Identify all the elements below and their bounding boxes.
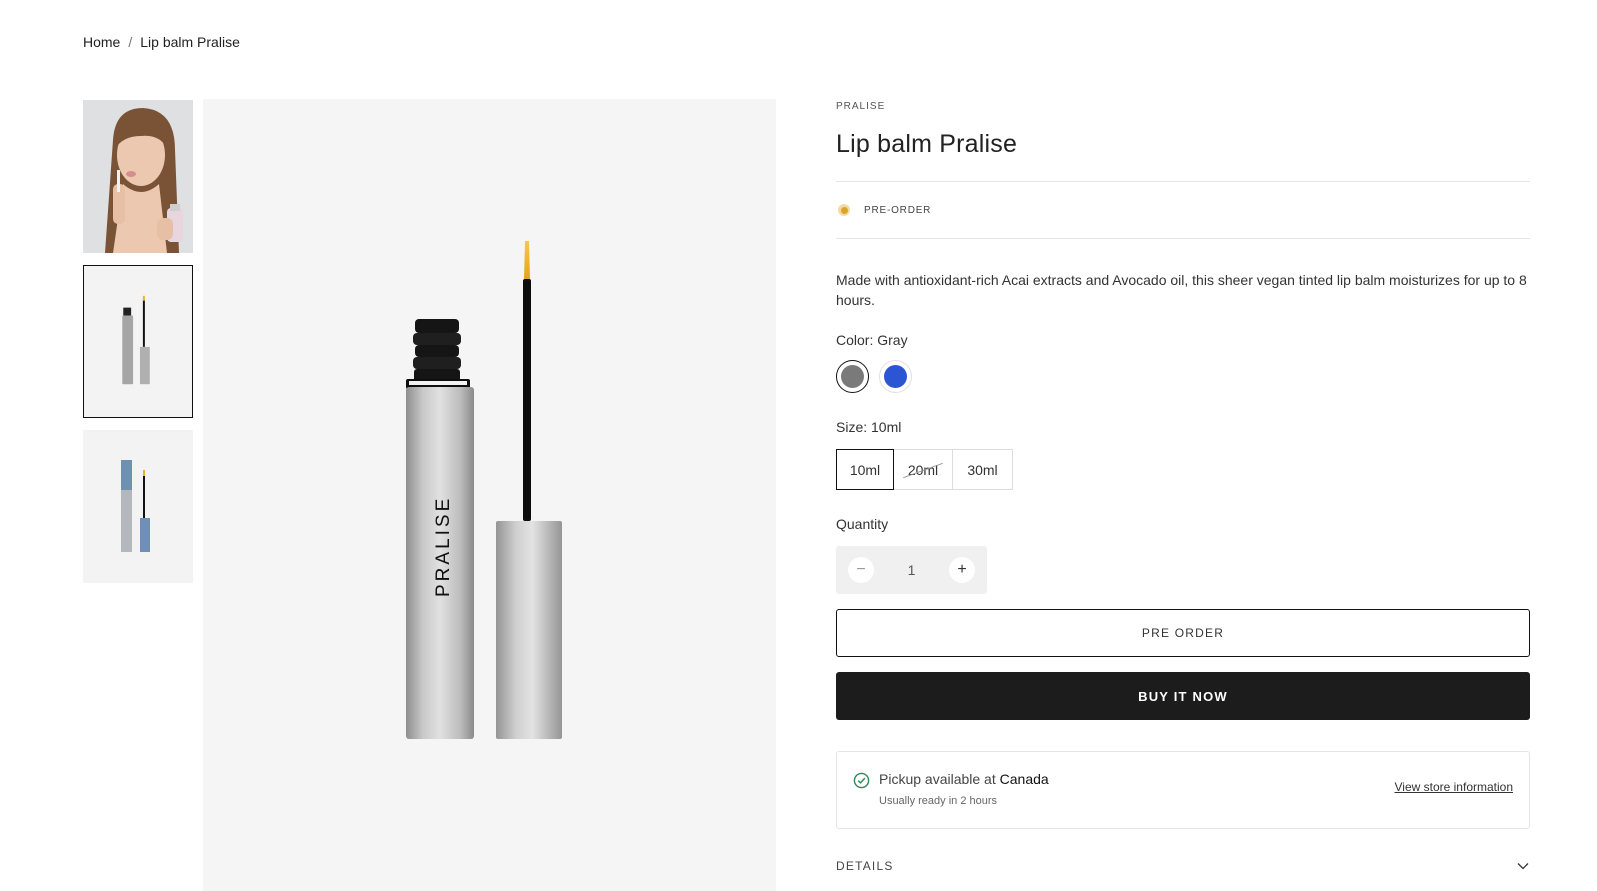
size-option-10ml[interactable]: 10ml [836,449,894,491]
size-option-30ml[interactable]: 30ml [953,449,1013,491]
thumbnail-model[interactable] [83,100,193,253]
size-options: 10ml 20ml 30ml [836,449,1530,491]
pickup-text: Pickup available at Canada [879,771,1049,787]
product-vendor: PRALISE [836,101,886,112]
color-label: Color: Gray [836,332,908,349]
pickup-location: Canada [999,771,1049,788]
color-swatch-gray[interactable] [836,360,869,394]
product-info: PRALISE Lip balm Pralise PRE-ORDER Made … [836,99,1530,891]
pickup-availability: Pickup available at Canada Usually ready… [836,751,1530,830]
breadcrumb-separator: / [128,34,133,50]
breadcrumb-current: Lip balm Pralise [140,34,240,50]
gray-product-thumbnail-image [88,271,186,410]
thumbnail-gallery [83,100,195,595]
view-store-information-link[interactable]: View store information [1395,780,1514,794]
color-swatches [836,360,1530,394]
size-label: Size: 10ml [836,419,902,436]
status-dot-icon [838,204,850,216]
divider [836,238,1530,239]
product-description: Made with antioxidant-rich Acai extracts… [836,272,1527,308]
swatch-fill [884,365,907,389]
details-label: DETAILS [836,859,894,874]
pickup-available-text: Pickup available at [879,771,996,788]
quantity-increase-button[interactable]: + [948,557,975,584]
color-swatch-blue[interactable] [879,360,912,394]
quantity-label: Quantity [836,516,889,533]
details-accordion[interactable]: DETAILS [836,854,1530,878]
quantity-value[interactable]: 1 [908,562,916,578]
blue-product-thumbnail-image [83,430,193,583]
product-title: Lip balm Pralise [836,130,1018,158]
breadcrumb: Home / Lip balm Pralise [83,34,240,50]
preorder-status: PRE-ORDER [836,182,1530,238]
buy-it-now-button[interactable]: BUY IT NOW [836,672,1530,721]
breadcrumb-home-link[interactable]: Home [83,34,120,50]
mascara-product-illustration: PRALISE [406,241,562,739]
quantity-stepper: − 1 + [836,546,987,595]
model-photo-image [83,100,193,253]
pickup-ready-time: Usually ready in 2 hours [879,795,998,808]
status-badge: PRE-ORDER [864,204,932,216]
tube-brand-text: PRALISE [433,496,454,597]
main-product-image: PRALISE [203,99,776,891]
swatch-fill [841,365,864,389]
thumbnail-blue-product[interactable] [83,430,193,583]
pre-order-button[interactable]: PRE ORDER [836,609,1530,658]
size-option-20ml[interactable]: 20ml [894,449,953,491]
check-circle-icon [853,772,870,789]
chevron-down-icon [1517,863,1529,870]
quantity-decrease-button[interactable]: − [848,557,874,584]
thumbnail-gray-product[interactable] [83,265,193,418]
